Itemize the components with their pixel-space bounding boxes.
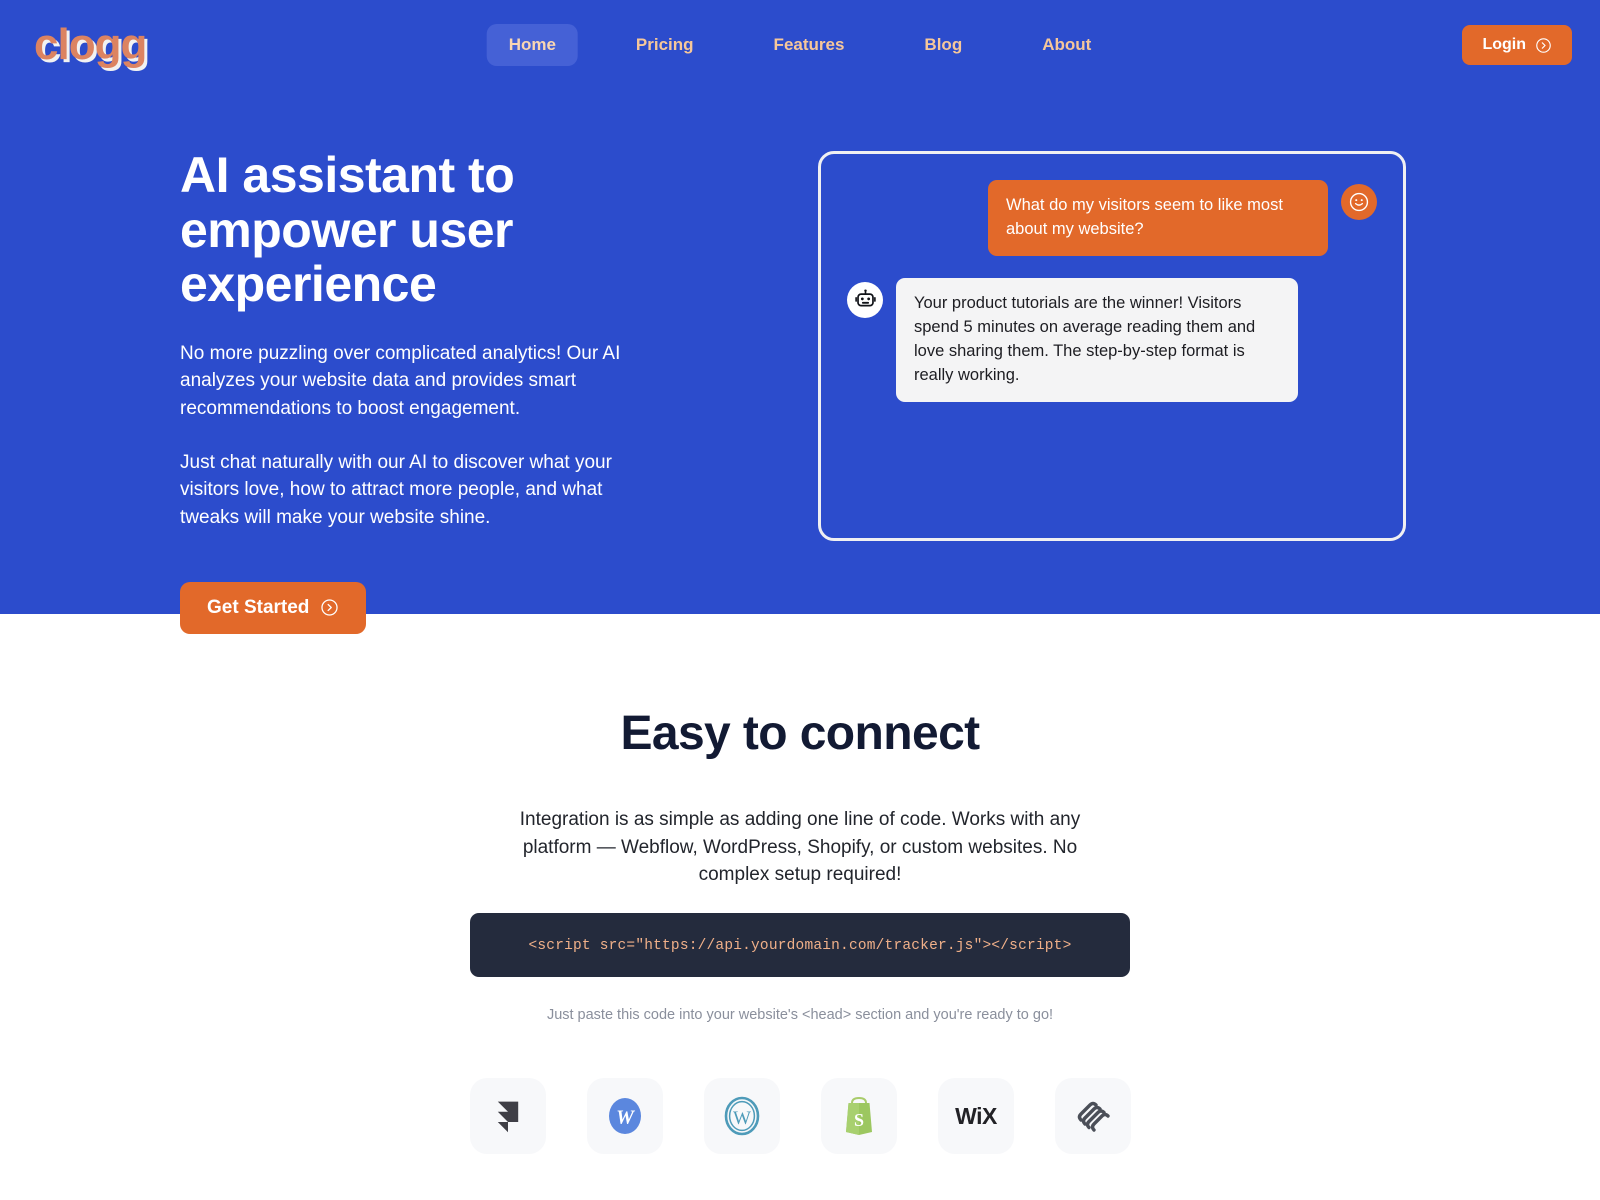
hero-title: AI assistant to empower user experience — [180, 147, 515, 312]
login-button[interactable]: Login — [1462, 25, 1572, 65]
nav-link-features[interactable]: Features — [752, 24, 867, 66]
platform-tile-webflow[interactable]: W — [586, 1078, 663, 1155]
svg-text:WiX: WiX — [955, 1103, 998, 1129]
nav-links: Home Pricing Features Blog About — [486, 24, 1114, 66]
platform-tile-wix[interactable]: WiX — [937, 1078, 1014, 1155]
wix-logo-icon: WiX — [955, 1103, 998, 1129]
shopify-logo-icon: S — [845, 1097, 872, 1136]
smiley-face-icon — [1341, 184, 1377, 220]
svg-text:S: S — [853, 1110, 863, 1130]
platform-tile-squarespace[interactable] — [1054, 1078, 1131, 1155]
code-snippet-text: <script src="https://api.yourdomain.com/… — [528, 938, 1072, 955]
nav-link-pricing[interactable]: Pricing — [614, 24, 716, 66]
arrow-right-circle-icon — [1536, 37, 1551, 53]
brand-logo[interactable]: clogg — [28, 23, 147, 67]
svg-text:W: W — [616, 1107, 635, 1129]
login-button-label: Login — [1482, 36, 1526, 53]
get-started-label: Get Started — [207, 596, 310, 618]
platform-tile-wordpress[interactable]: W — [703, 1078, 780, 1155]
chat-message-user: What do my visitors seem to like most ab… — [847, 180, 1377, 256]
get-started-button[interactable]: Get Started — [180, 581, 367, 634]
robot-icon — [847, 281, 883, 318]
webflow-logo-icon: W — [608, 1098, 641, 1135]
code-snippet-box[interactable]: <script src="https://api.yourdomain.com/… — [470, 913, 1130, 978]
main-navigation: clogg Home Pricing Features Blog About L… — [0, 0, 1600, 90]
chat-message-bot: Your product tutorials are the winner! V… — [847, 277, 1377, 402]
nav-link-blog[interactable]: Blog — [902, 24, 984, 66]
platform-logos: W W S WiX — [0, 1078, 1600, 1155]
platform-tile-framer[interactable] — [469, 1078, 546, 1155]
code-snippet-note: Just paste this code into your website's… — [546, 1007, 1054, 1024]
easy-to-connect-section: Easy to connect Integration is as simple… — [0, 614, 1600, 1155]
platform-tile-shopify[interactable]: S — [820, 1078, 897, 1155]
arrow-right-circle-icon — [321, 599, 339, 617]
nav-link-about[interactable]: About — [1020, 24, 1113, 66]
framer-logo-icon — [497, 1101, 518, 1133]
hero-section: clogg Home Pricing Features Blog About L… — [0, 0, 1600, 634]
chat-bubble-bot: Your product tutorials are the winner! V… — [896, 277, 1298, 402]
hero-paragraph-2: Just chat naturally with our AI to disco… — [180, 451, 612, 529]
hero-text-column: AI assistant to empower user experience … — [0, 148, 640, 634]
chat-bubble-user: What do my visitors seem to like most ab… — [988, 180, 1328, 256]
hero-paragraph-1: No more puzzling over complicated analyt… — [180, 342, 621, 419]
nav-link-home[interactable]: Home — [486, 24, 578, 66]
squarespace-logo-icon — [1077, 1102, 1110, 1132]
chat-demo-card: What do my visitors seem to like most ab… — [818, 151, 1406, 541]
svg-text:W: W — [733, 1108, 751, 1129]
connect-title: Easy to connect — [620, 707, 980, 760]
connect-subtitle: Integration is as simple as adding one l… — [519, 809, 1081, 886]
wordpress-logo-icon: W — [724, 1096, 759, 1136]
